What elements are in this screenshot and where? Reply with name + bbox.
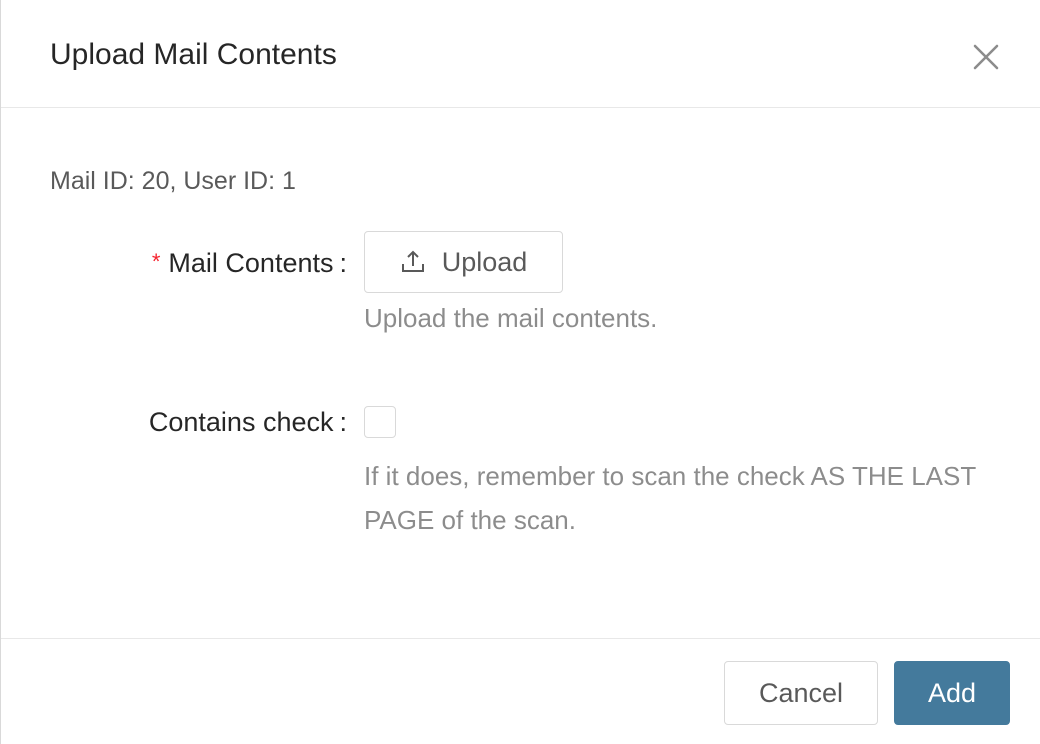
contains-check-label: Contains check:: [149, 406, 347, 438]
mail-contents-label: * Mail Contents:: [152, 246, 347, 279]
upload-icon: [401, 250, 424, 272]
upload-button-label: Upload: [441, 246, 528, 277]
contains-check-checkbox[interactable]: [364, 406, 396, 438]
dialog-footer: Cancel Add: [1, 638, 1040, 744]
label-colon: :: [339, 248, 347, 278]
contains-check-help: If it does, remember to scan the check A…: [364, 461, 976, 535]
close-icon: [973, 44, 999, 70]
dialog-title: Upload Mail Contents: [50, 38, 337, 71]
label-colon: :: [339, 407, 347, 437]
upload-mail-dialog: Upload Mail Contents Mail ID: 20, User I…: [0, 0, 1040, 744]
contains-check-label-text: Contains check: [148, 407, 334, 437]
dialog-header: Upload Mail Contents: [1, 0, 1040, 108]
mail-user-info: Mail ID: 20, User ID: 1: [50, 167, 296, 195]
close-button[interactable]: [967, 38, 1005, 76]
cancel-button[interactable]: Cancel: [724, 661, 878, 725]
required-mark: *: [151, 249, 161, 274]
upload-button[interactable]: Upload: [364, 231, 563, 293]
mail-contents-help: Upload the mail contents.: [364, 303, 658, 333]
mail-contents-label-text: Mail Contents: [168, 248, 334, 278]
add-button[interactable]: Add: [894, 661, 1010, 725]
